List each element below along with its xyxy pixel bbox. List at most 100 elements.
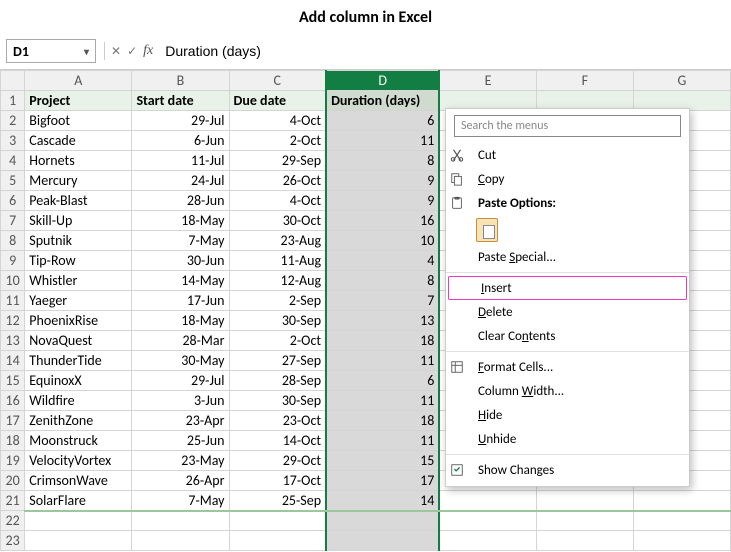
- cell[interactable]: 7: [326, 291, 439, 311]
- cell[interactable]: 13: [326, 311, 439, 331]
- cell[interactable]: ThunderTide: [25, 351, 132, 371]
- cell[interactable]: 28-Jun: [132, 191, 229, 211]
- cell[interactable]: 23-Oct: [229, 411, 326, 431]
- row-header[interactable]: 5: [1, 171, 25, 191]
- row-header[interactable]: 18: [1, 431, 25, 451]
- cell[interactable]: [633, 531, 730, 551]
- cell[interactable]: 7-May: [132, 231, 229, 251]
- menu-hide[interactable]: Hide: [446, 403, 689, 427]
- cell[interactable]: 11-Jul: [132, 151, 229, 171]
- cell[interactable]: Bigfoot: [25, 111, 132, 131]
- cell[interactable]: VelocityVortex: [25, 451, 132, 471]
- row-header[interactable]: 19: [1, 451, 25, 471]
- cell[interactable]: 30-Jun: [132, 251, 229, 271]
- cell[interactable]: 12-Aug: [229, 271, 326, 291]
- cell[interactable]: [326, 511, 439, 531]
- cell[interactable]: Hornets: [25, 151, 132, 171]
- cell[interactable]: 26-Apr: [132, 471, 229, 491]
- cell[interactable]: 29-Oct: [229, 451, 326, 471]
- cell[interactable]: [25, 531, 132, 551]
- cell[interactable]: 18-May: [132, 211, 229, 231]
- cell[interactable]: [536, 531, 633, 551]
- cell[interactable]: 11: [326, 131, 439, 151]
- cell[interactable]: PhoenixRise: [25, 311, 132, 331]
- select-all-corner[interactable]: [1, 71, 25, 91]
- cell[interactable]: 23-Aug: [229, 231, 326, 251]
- cell[interactable]: 27-Sep: [229, 351, 326, 371]
- cell[interactable]: [326, 531, 439, 551]
- menu-unhide[interactable]: Unhide: [446, 427, 689, 451]
- menu-copy[interactable]: Copy: [446, 167, 689, 191]
- row-header[interactable]: 16: [1, 391, 25, 411]
- cell[interactable]: Moonstruck: [25, 431, 132, 451]
- cell[interactable]: 16: [326, 211, 439, 231]
- cell[interactable]: Start date: [132, 91, 229, 111]
- cell[interactable]: 30-Sep: [229, 391, 326, 411]
- row-header[interactable]: 23: [1, 531, 25, 551]
- cell[interactable]: 26-Oct: [229, 171, 326, 191]
- menu-insert[interactable]: Insert: [448, 276, 687, 300]
- cell[interactable]: Duration (days): [326, 91, 439, 111]
- cell[interactable]: Tip-Row: [25, 251, 132, 271]
- row-header[interactable]: 7: [1, 211, 25, 231]
- cell[interactable]: 28-Mar: [132, 331, 229, 351]
- cell[interactable]: 29-Sep: [229, 151, 326, 171]
- cell[interactable]: 9: [326, 191, 439, 211]
- row-header[interactable]: 11: [1, 291, 25, 311]
- menu-cut[interactable]: Cut: [446, 143, 689, 167]
- cell[interactable]: Sputnik: [25, 231, 132, 251]
- cell[interactable]: 4-Oct: [229, 111, 326, 131]
- cell[interactable]: [439, 511, 536, 531]
- cell[interactable]: 4-Oct: [229, 191, 326, 211]
- cell[interactable]: 18: [326, 411, 439, 431]
- cell[interactable]: [25, 511, 132, 531]
- cell[interactable]: 8: [326, 271, 439, 291]
- column-header-B[interactable]: B: [132, 71, 229, 91]
- name-box-dropdown-icon[interactable]: ▾: [84, 45, 89, 58]
- cell[interactable]: [536, 511, 633, 531]
- row-header[interactable]: 2: [1, 111, 25, 131]
- cell[interactable]: 2-Sep: [229, 291, 326, 311]
- cell[interactable]: [229, 511, 326, 531]
- cell[interactable]: 29-Jul: [132, 111, 229, 131]
- cell[interactable]: Skill-Up: [25, 211, 132, 231]
- menu-paste-default[interactable]: [446, 215, 689, 245]
- row-header[interactable]: 4: [1, 151, 25, 171]
- cell[interactable]: [132, 511, 229, 531]
- row-header[interactable]: 6: [1, 191, 25, 211]
- menu-column-width[interactable]: Column Width...: [446, 379, 689, 403]
- cell[interactable]: CrimsonWave: [25, 471, 132, 491]
- cell[interactable]: SolarFlare: [25, 491, 132, 511]
- row-header[interactable]: 3: [1, 131, 25, 151]
- cell[interactable]: 11: [326, 391, 439, 411]
- cell[interactable]: 11-Aug: [229, 251, 326, 271]
- accept-icon[interactable]: ✓: [127, 44, 137, 59]
- cancel-icon[interactable]: ✕: [111, 44, 121, 59]
- row-header[interactable]: 8: [1, 231, 25, 251]
- cell[interactable]: [439, 491, 536, 511]
- menu-clear-contents[interactable]: Clear Contents: [446, 324, 689, 348]
- cell[interactable]: 28-Sep: [229, 371, 326, 391]
- cell[interactable]: 6: [326, 371, 439, 391]
- cell[interactable]: Wildfire: [25, 391, 132, 411]
- cell[interactable]: Project: [25, 91, 132, 111]
- cell[interactable]: 18: [326, 331, 439, 351]
- column-header-C[interactable]: C: [229, 71, 326, 91]
- cell[interactable]: 23-Apr: [132, 411, 229, 431]
- cell[interactable]: 10: [326, 231, 439, 251]
- cell[interactable]: Whistler: [25, 271, 132, 291]
- cell[interactable]: 29-Jul: [132, 371, 229, 391]
- cell[interactable]: [536, 491, 633, 511]
- cell[interactable]: 25-Sep: [229, 491, 326, 511]
- row-header[interactable]: 12: [1, 311, 25, 331]
- row-header[interactable]: 10: [1, 271, 25, 291]
- cell[interactable]: Peak-Blast: [25, 191, 132, 211]
- cell[interactable]: 14-Oct: [229, 431, 326, 451]
- column-header-D[interactable]: D: [326, 71, 439, 91]
- row-header[interactable]: 17: [1, 411, 25, 431]
- row-header[interactable]: 15: [1, 371, 25, 391]
- cell[interactable]: 8: [326, 151, 439, 171]
- cell[interactable]: NovaQuest: [25, 331, 132, 351]
- cell[interactable]: 3-Jun: [132, 391, 229, 411]
- cell[interactable]: 30-Oct: [229, 211, 326, 231]
